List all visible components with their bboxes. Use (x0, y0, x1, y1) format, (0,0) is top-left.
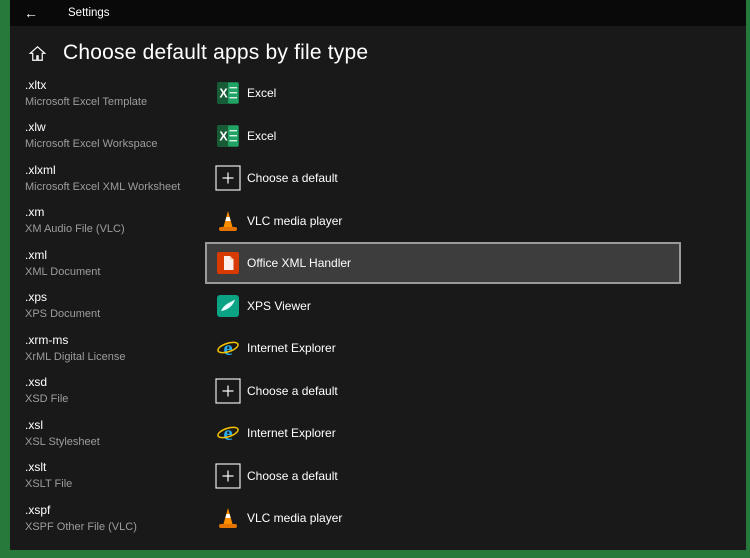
file-type-row: .xm XM Audio File (VLC) VLC media player (25, 200, 746, 243)
home-icon[interactable] (28, 44, 47, 63)
file-extension: .xsl (25, 417, 43, 432)
file-type-description: XSPF Other File (VLC) (25, 520, 137, 533)
file-type-description: XM Audio File (VLC) (25, 223, 125, 236)
file-type-row: .xml XML Document Office XML Handler (25, 242, 746, 285)
file-type-description: XSLT File (25, 478, 73, 491)
file-extension: .xspf (25, 502, 51, 517)
file-type-description: XSD File (25, 393, 69, 406)
file-type-info: .xps XPS Document (25, 290, 205, 321)
app-button[interactable]: Movies & TV (205, 540, 681, 550)
settings-window: ← Settings Choose default apps by file t… (10, 0, 746, 550)
file-type-row: .xps XPS Document XPS Viewer (25, 285, 746, 328)
file-type-row: .xslt XSLT File Choose a default (25, 455, 746, 498)
app-name: Choose a default (247, 468, 338, 483)
svg-text:e: e (223, 421, 232, 445)
page-title: Choose default apps by file type (63, 41, 369, 64)
app-name: Excel (247, 128, 277, 143)
file-type-row: .xspf XSPF Other File (VLC) VLC media pl… (25, 497, 746, 540)
file-type-row: .xlw Microsoft Excel Workspace X Excel (25, 115, 746, 158)
file-extension: .xlxml (25, 162, 56, 177)
file-type-info: .xslt XSLT File (25, 460, 205, 491)
file-type-info: .xspf XSPF Other File (VLC) (25, 503, 205, 534)
file-type-row: .xvid Movies & TV (25, 540, 746, 550)
file-type-description: Microsoft Excel XML Worksheet (25, 180, 181, 193)
back-arrow-icon[interactable]: ← (24, 5, 54, 21)
app-name: XPS Viewer (247, 298, 311, 313)
excel-app-icon: X (215, 123, 241, 149)
choose-default-plus-icon (215, 463, 241, 489)
page-header: Choose default apps by file type (10, 26, 746, 72)
file-type-description: Microsoft Excel Workspace (25, 138, 158, 151)
svg-text:X: X (219, 129, 228, 143)
file-extension: .xrm-ms (25, 332, 69, 347)
file-type-info: .xml XML Document (25, 248, 205, 279)
app-button[interactable]: e Internet Explorer (205, 412, 681, 454)
titlebar-title: Settings (68, 7, 110, 19)
file-type-row: .xlxml Microsoft Excel XML Worksheet Cho… (25, 157, 746, 200)
file-type-row: .xrm-ms XrML Digital License e Internet … (25, 327, 746, 370)
file-type-info: .xsl XSL Stylesheet (25, 418, 205, 449)
app-name: Choose a default (247, 383, 338, 398)
file-type-description: Microsoft Excel Template (25, 95, 148, 108)
choose-default-plus-icon (215, 378, 241, 404)
file-type-info: .xrm-ms XrML Digital License (25, 333, 205, 364)
app-button[interactable]: X Excel (205, 115, 681, 157)
file-extension: .xm (25, 205, 45, 220)
internet-explorer-icon: e (215, 420, 241, 446)
app-name: Choose a default (247, 171, 338, 186)
excel-app-icon: X (215, 80, 241, 106)
file-type-description: XML Document (25, 265, 101, 278)
app-name: Office XML Handler (247, 256, 352, 271)
file-type-row: .xltx Microsoft Excel Template X Excel (25, 72, 746, 115)
office-xml-handler-icon (215, 250, 241, 276)
svg-text:X: X (219, 87, 228, 101)
file-extension: .xml (25, 247, 47, 262)
file-extension: .xltx (25, 77, 47, 92)
file-type-description: XPS Document (25, 308, 101, 321)
file-type-list: .xltx Microsoft Excel Template X Excel .… (10, 72, 746, 550)
app-button[interactable]: XPS Viewer (205, 285, 681, 327)
vlc-cone-icon (215, 208, 241, 234)
app-button[interactable]: VLC media player (205, 497, 681, 539)
titlebar: ← Settings (10, 0, 746, 26)
file-type-description: XSL Stylesheet (25, 435, 100, 448)
file-type-info: .xlw Microsoft Excel Workspace (25, 120, 205, 151)
file-type-info: .xsd XSD File (25, 375, 205, 406)
app-button[interactable]: Choose a default (205, 455, 681, 497)
file-extension: .xps (25, 290, 48, 305)
movies-tv-icon (215, 548, 241, 550)
file-type-info: .xlxml Microsoft Excel XML Worksheet (25, 163, 205, 194)
app-name: Excel (247, 86, 277, 101)
file-extension: .xslt (25, 460, 47, 475)
app-button[interactable]: X Excel (205, 72, 681, 114)
file-type-info: .xm XM Audio File (VLC) (25, 205, 205, 236)
file-type-row: .xsl XSL Stylesheet e Internet Explorer (25, 412, 746, 455)
xps-viewer-icon (215, 293, 241, 319)
app-name: Internet Explorer (247, 426, 336, 441)
svg-text:e: e (223, 336, 232, 360)
app-button[interactable]: Office XML Handler (205, 242, 681, 285)
choose-default-plus-icon (215, 165, 241, 191)
file-type-row: .xsd XSD File Choose a default (25, 370, 746, 413)
file-extension: .xsd (25, 375, 48, 390)
app-button[interactable]: e Internet Explorer (205, 327, 681, 369)
app-button[interactable]: Choose a default (205, 157, 681, 199)
app-name: VLC media player (247, 511, 343, 526)
file-type-description: XrML Digital License (25, 350, 126, 363)
file-extension: .xlw (25, 120, 46, 135)
app-button[interactable]: VLC media player (205, 200, 681, 242)
app-name: Internet Explorer (247, 341, 336, 356)
internet-explorer-icon: e (215, 335, 241, 361)
vlc-cone-icon (215, 505, 241, 531)
app-name: VLC media player (247, 213, 343, 228)
app-button[interactable]: Choose a default (205, 370, 681, 412)
file-type-info: .xltx Microsoft Excel Template (25, 78, 205, 109)
